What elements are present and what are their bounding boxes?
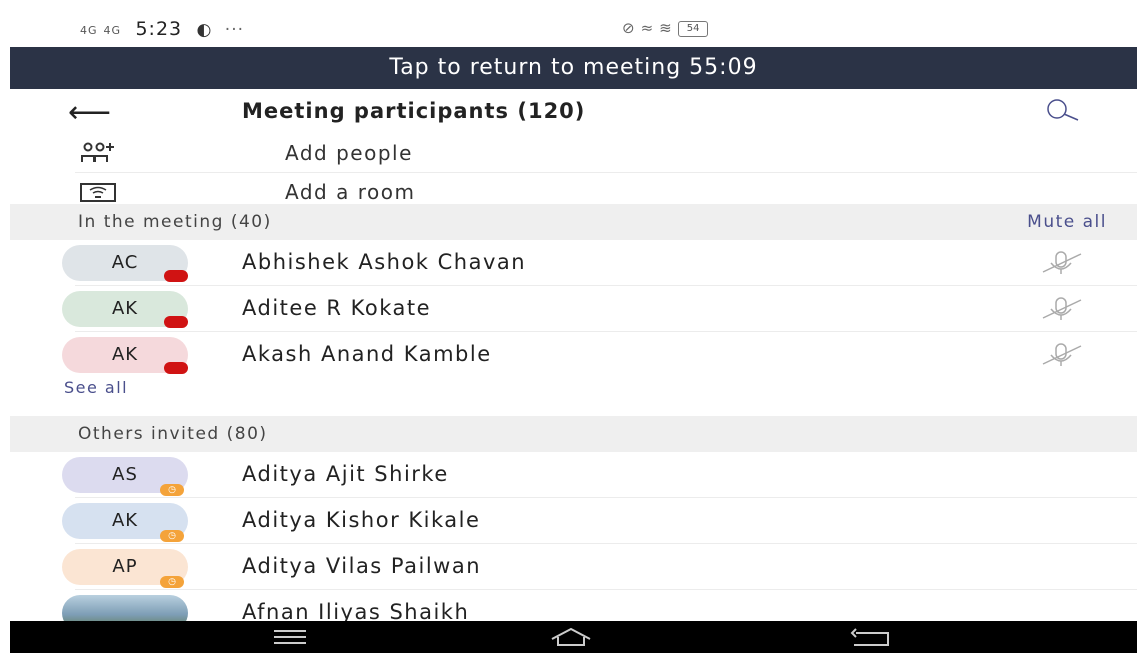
more-notifications: ··· xyxy=(224,20,245,40)
add-people-button[interactable]: Add people xyxy=(10,134,1137,172)
wifi-icon: ≋ xyxy=(659,19,678,37)
see-all-link[interactable]: See all xyxy=(64,378,128,397)
invited-row[interactable]: AK ◷ Aditya Kishor Kikale xyxy=(10,498,1137,544)
busy-status-icon xyxy=(164,270,188,282)
busy-status-icon xyxy=(164,362,188,374)
signal-icon-1: 4G xyxy=(80,23,98,37)
back-icon[interactable] xyxy=(846,625,896,649)
busy-status-icon xyxy=(164,316,188,328)
add-people-icon xyxy=(81,142,114,162)
in-meeting-section-header: In the meeting (40) Mute all xyxy=(10,204,1137,240)
participant-row[interactable]: AC Abhishek Ashok Chavan xyxy=(10,240,1137,286)
mute-all-button[interactable]: Mute all xyxy=(1027,212,1107,232)
status-right: ⊘≈≋ 54 xyxy=(622,19,709,37)
participant-name: Aditee R Kokate xyxy=(242,296,432,320)
away-status-icon: ◷ xyxy=(160,484,184,496)
invited-row[interactable]: AP ◷ Aditya Vilas Pailwan xyxy=(10,544,1137,590)
invited-section-header: Others invited (80) xyxy=(10,416,1137,452)
in-meeting-count: In the meeting (40) xyxy=(78,212,272,232)
participant-name: Aditya Vilas Pailwan xyxy=(242,554,482,578)
participant-row[interactable]: AK Akash Anand Kamble xyxy=(10,332,1137,378)
return-to-meeting-banner[interactable]: Tap to return to meeting 55:09 xyxy=(10,47,1137,89)
search-icon[interactable] xyxy=(1040,95,1080,125)
system-nav-bar xyxy=(10,621,1137,653)
invited-row[interactable]: AS ◷ Aditya Ajit Shirke xyxy=(10,452,1137,498)
participant-name: Abhishek Ashok Chavan xyxy=(242,250,527,274)
away-status-icon: ◷ xyxy=(160,576,184,588)
add-room-label: Add a room xyxy=(285,180,416,204)
whatsapp-icon: ◐ xyxy=(196,20,213,40)
muted-mic-icon[interactable] xyxy=(1035,340,1087,370)
away-status-icon: ◷ xyxy=(160,530,184,542)
menu-icon[interactable] xyxy=(270,625,310,649)
app-frame: 4G 4G 5:23 ◐ ··· ⊘≈≋ 54 Tap to return to m… xyxy=(10,10,1137,653)
clock: 5:23 xyxy=(135,18,183,40)
header: ⟵ Meeting participants (120) xyxy=(10,89,1137,135)
participant-name: Aditya Ajit Shirke xyxy=(242,462,449,486)
add-people-label: Add people xyxy=(285,141,413,165)
back-arrow-icon[interactable]: ⟵ xyxy=(68,95,111,130)
page-title: Meeting participants (120) xyxy=(242,99,586,123)
participant-name: Aditya Kishor Kikale xyxy=(242,508,481,532)
participant-row[interactable]: AK Aditee R Kokate xyxy=(10,286,1137,332)
muted-mic-icon[interactable] xyxy=(1035,248,1087,278)
home-icon[interactable] xyxy=(546,625,596,649)
signal-icon-2: 4G xyxy=(103,23,122,37)
room-icon xyxy=(80,183,116,202)
battery-icon: 54 xyxy=(677,20,709,37)
hotspot-icon: ≈ xyxy=(640,19,660,37)
invited-count: Others invited (80) xyxy=(78,424,268,444)
participant-name: Akash Anand Kamble xyxy=(242,342,492,366)
status-bar: 4G 4G 5:23 ◐ ··· ⊘≈≋ 54 xyxy=(10,10,1137,47)
mute-notifications-icon: ⊘ xyxy=(622,19,641,37)
muted-mic-icon[interactable] xyxy=(1035,294,1087,324)
status-left: 4G 4G 5:23 ◐ ··· xyxy=(80,18,244,40)
